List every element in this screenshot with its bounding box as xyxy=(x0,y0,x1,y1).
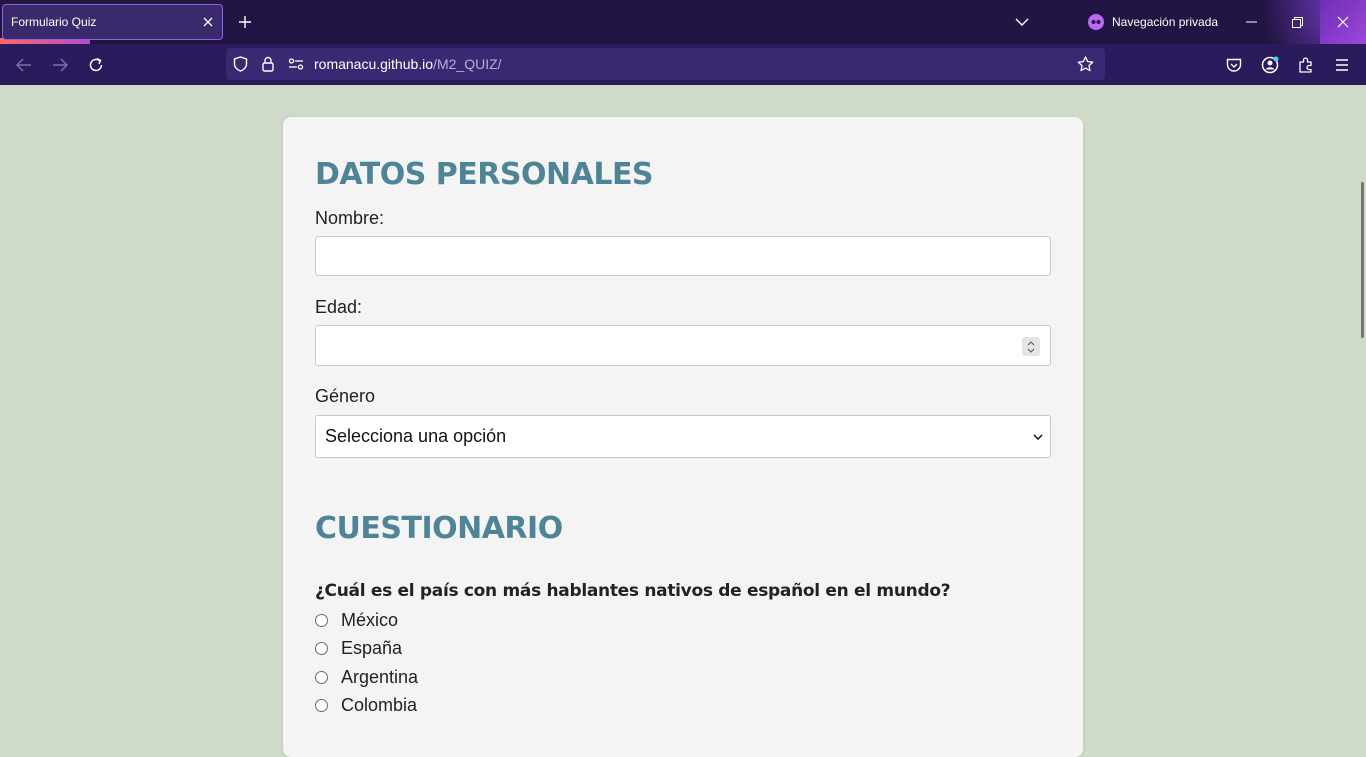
answer-option-label: Colombia xyxy=(341,694,418,715)
radio-button[interactable] xyxy=(315,698,328,712)
form-card: DATOS PERSONALES Nombre: Edad: Género Se… xyxy=(283,117,1083,757)
quiz-question: ¿Cuál es el país con más hablantes nativ… xyxy=(315,581,951,601)
answer-option[interactable]: Argentina xyxy=(315,666,418,688)
lock-icon[interactable] xyxy=(254,48,282,80)
age-input[interactable] xyxy=(315,325,1051,366)
chevron-down-icon xyxy=(1026,425,1050,449)
chevron-down-icon[interactable] xyxy=(1027,348,1035,353)
name-label: Nombre: xyxy=(315,208,385,228)
reload-icon[interactable] xyxy=(81,50,111,80)
close-window-icon[interactable] xyxy=(1320,0,1366,44)
pocket-icon[interactable] xyxy=(1219,50,1249,80)
private-label: Navegación privada xyxy=(1112,15,1219,29)
age-spinner[interactable] xyxy=(1022,337,1040,356)
star-icon[interactable] xyxy=(1071,50,1099,78)
minimize-icon[interactable] xyxy=(1228,0,1274,44)
answer-option-label: Argentina xyxy=(341,666,419,687)
radio-button[interactable] xyxy=(315,670,328,684)
url-domain: romanacu.github.io xyxy=(314,56,434,72)
page-scrollbar[interactable] xyxy=(1358,85,1366,720)
name-input[interactable] xyxy=(315,236,1051,276)
plus-icon[interactable] xyxy=(232,9,258,35)
url-path: /M2_QUIZ/ xyxy=(433,56,502,72)
hamburger-menu-icon[interactable] xyxy=(1327,50,1357,80)
address-bar[interactable]: romanacu.github.io/M2_QUIZ/ xyxy=(226,48,1105,80)
age-label: Edad: xyxy=(315,297,363,317)
shield-icon[interactable] xyxy=(226,48,254,80)
gender-select[interactable]: Selecciona una opción xyxy=(315,415,1051,458)
gender-selected-value: Selecciona una opción xyxy=(325,426,507,446)
private-browsing-indicator: Navegación privada xyxy=(1088,8,1218,36)
scrollbar-thumb[interactable] xyxy=(1361,182,1364,338)
chevron-up-icon[interactable] xyxy=(1027,340,1035,346)
title-bar: Formulario Quiz Navegación privada xyxy=(0,0,1366,44)
tab-title: Formulario Quiz xyxy=(11,15,97,29)
answer-option[interactable]: México xyxy=(315,609,398,631)
tab-formulario-quiz[interactable]: Formulario Quiz xyxy=(2,4,223,40)
radio-button[interactable] xyxy=(315,641,328,655)
radio-button[interactable] xyxy=(315,613,328,627)
gender-label: Género xyxy=(315,386,376,406)
forward-arrow-icon[interactable] xyxy=(45,50,75,80)
private-mask-icon xyxy=(1088,14,1104,30)
chevron-down-icon[interactable] xyxy=(1008,9,1036,35)
url-text[interactable]: romanacu.github.io/M2_QUIZ/ xyxy=(314,56,502,72)
answer-option-label: México xyxy=(341,609,399,630)
section-title-quiz: CUESTIONARIO xyxy=(315,511,563,546)
section-title-personal: DATOS PERSONALES xyxy=(315,157,654,192)
answer-option[interactable]: Colombia xyxy=(315,694,417,716)
restore-icon[interactable] xyxy=(1274,0,1320,44)
account-icon[interactable] xyxy=(1255,50,1285,80)
close-icon[interactable] xyxy=(194,8,222,36)
answer-option[interactable]: España xyxy=(315,637,402,659)
back-arrow-icon[interactable] xyxy=(9,50,39,80)
permissions-icon[interactable] xyxy=(282,48,310,80)
answer-option-label: España xyxy=(341,637,403,658)
extensions-icon[interactable] xyxy=(1291,50,1321,80)
